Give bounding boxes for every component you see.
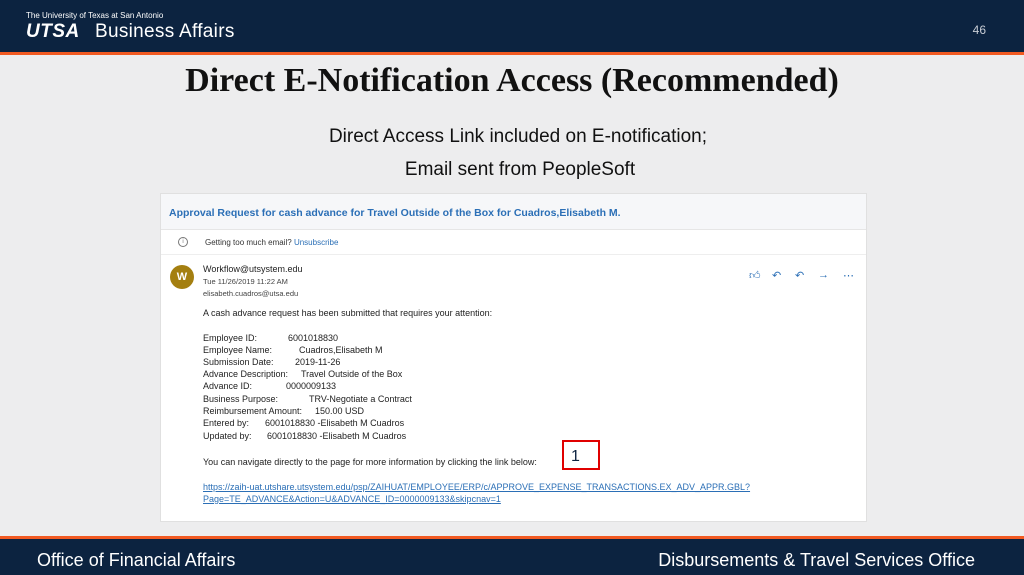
field-label: Business Purpose:: [203, 394, 279, 404]
footer-right-text: Disbursements & Travel Services Office: [658, 550, 975, 570]
like-icon[interactable]: 👍︎: [749, 269, 761, 282]
step-callout: 1: [562, 440, 600, 470]
field-employee-name: Employee Name: Cuadros,Elisabeth M: [203, 345, 383, 355]
approval-link-line1[interactable]: https://zaih-uat.utshare.utsystem.edu/ps…: [203, 482, 750, 492]
field-entered-by: Entered by: 6001018830 -Elisabeth M Cuadr…: [203, 418, 404, 428]
reply-all-icon[interactable]: ↶: [795, 269, 804, 282]
field-value: 0000009133: [286, 381, 337, 391]
reply-icon[interactable]: ↶: [772, 269, 781, 282]
field-reimbursement-amount: Reimbursement Amount: 150.00 USD: [203, 406, 364, 416]
page-number: 46: [972, 23, 986, 37]
approval-link-line2[interactable]: Page=TE_ADVANCE&Action=U&ADVANCE_ID=0000…: [203, 494, 501, 504]
email-subject-bar: Approval Request for cash advance for Tr…: [161, 194, 866, 230]
slide-subtitle-line2: Email sent from PeopleSoft: [404, 159, 636, 180]
logo-department: Business Affairs: [95, 21, 235, 42]
navigate-instruction: You can navigate directly to the page fo…: [203, 457, 537, 467]
field-label: Entered by:: [203, 418, 250, 428]
info-text: Getting too much email?: [205, 238, 292, 247]
email-intro: A cash advance request has been submitte…: [203, 308, 493, 318]
callout-number: 1: [571, 448, 580, 465]
unsubscribe-link[interactable]: Unsubscribe: [294, 238, 338, 247]
email-screenshot: Approval Request for cash advance for Tr…: [160, 193, 867, 522]
field-label: Employee ID:: [203, 333, 258, 343]
forward-icon[interactable]: →: [818, 269, 829, 281]
field-advance-id: Advance ID: 0000009133: [203, 381, 336, 391]
field-value: 6001018830 -Elisabeth M Cuadros: [265, 418, 405, 428]
info-text-container: Getting too much email? Unsubscribe: [205, 238, 338, 247]
field-label: Reimbursement Amount:: [203, 406, 303, 416]
field-value: 6001018830: [288, 333, 339, 343]
footer-bar: Office of Financial Affairs Disbursement…: [0, 536, 1024, 575]
field-label: Employee Name:: [203, 345, 273, 355]
info-icon: i: [178, 237, 188, 247]
sender-address: Workflow@utsystem.edu: [203, 264, 303, 274]
field-value: TRV-Negotiate a Contract: [309, 394, 412, 404]
slide-subtitle-line1: Direct Access Link included on E-notific…: [328, 126, 708, 147]
field-value: 2019-11-26: [295, 357, 341, 367]
sender-avatar: W: [170, 265, 194, 289]
field-label: Updated by:: [203, 431, 252, 441]
logo-subtitle: The University of Texas at San Antonio: [26, 11, 164, 20]
email-info-row: i Getting too much email? Unsubscribe: [161, 230, 866, 255]
recipient-address: elisabeth.cuadros@utsa.edu: [203, 289, 299, 298]
field-updated-by: Updated by: 6001018830 -Elisabeth M Cuadr…: [203, 431, 406, 441]
field-value: Cuadros,Elisabeth M: [299, 345, 383, 355]
email-subject: Approval Request for cash advance for Tr…: [169, 207, 621, 219]
field-employee-id: Employee ID: 6001018830: [203, 333, 338, 343]
field-business-purpose: Business Purpose: TRV-Negotiate a Contrac…: [203, 394, 412, 404]
field-value: 6001018830 -Elisabeth M Cuadros: [267, 431, 407, 441]
footer-left-text: Office of Financial Affairs: [37, 550, 236, 570]
header-bar: The University of Texas at San Antonio U…: [0, 0, 1024, 55]
field-label: Submission Date:: [203, 357, 274, 367]
slide-title: Direct E-Notification Access (Recommende…: [185, 62, 839, 99]
field-advance-description: Advance Description: Travel Outside of th…: [203, 369, 402, 379]
logo-utsa: UTSA: [26, 21, 80, 42]
field-value: 150.00 USD: [315, 406, 365, 416]
field-submission-date: Submission Date: 2019-11-26: [203, 357, 340, 367]
more-icon[interactable]: ⋯: [843, 269, 854, 282]
field-label: Advance Description:: [203, 369, 289, 379]
field-label: Advance ID:: [203, 381, 253, 391]
sent-date: Tue 11/26/2019 11:22 AM: [203, 277, 288, 286]
field-value: Travel Outside of the Box: [301, 369, 403, 379]
